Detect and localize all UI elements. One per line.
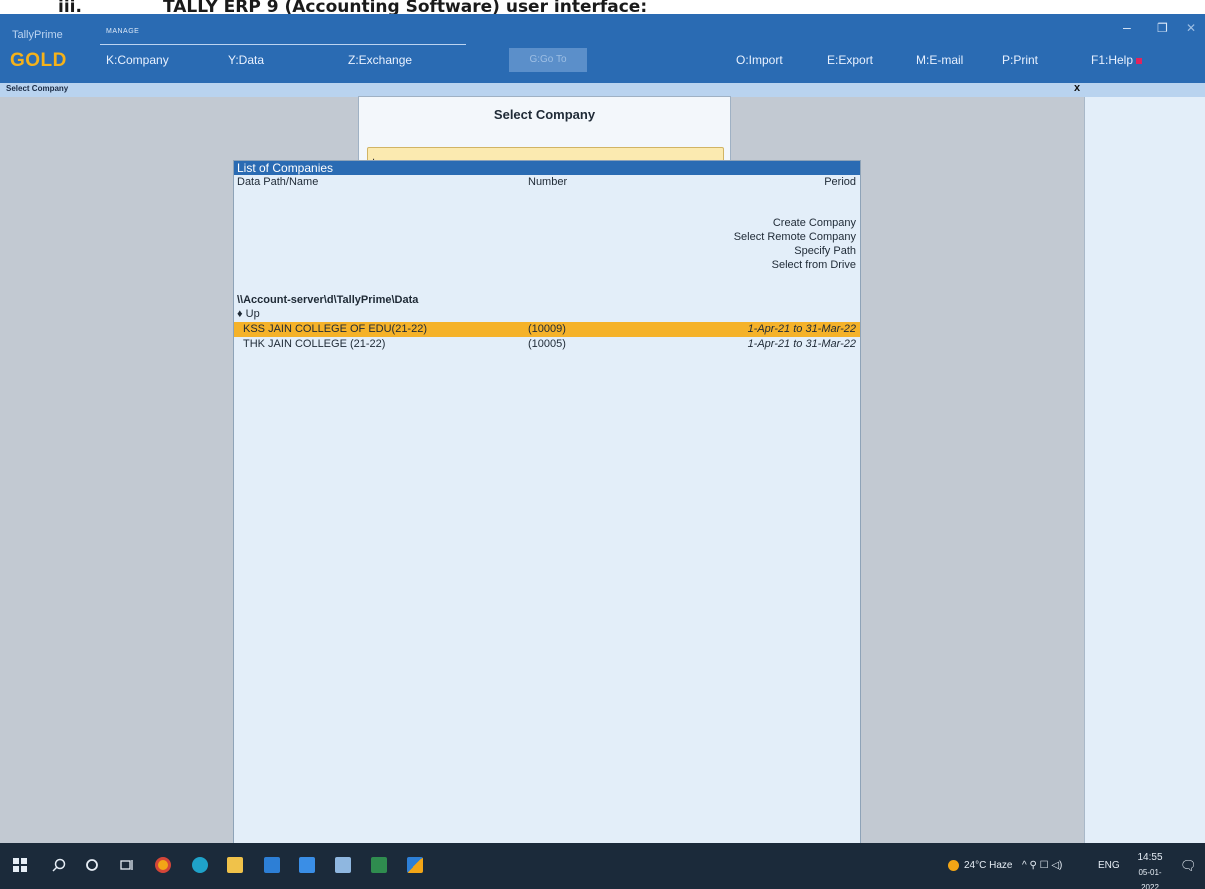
tally-window: TallyPrime GOLD MANAGE K:Company Y:Data … <box>0 14 1205 857</box>
system-tray-icons[interactable]: ^ ⚲ ☐ ◁) <box>1022 843 1062 889</box>
up-folder-item[interactable]: ♦ Up <box>237 308 260 320</box>
create-company-action[interactable]: Create Company <box>773 217 856 229</box>
menu-print[interactable]: P:Print <box>1002 53 1038 67</box>
top-divider <box>100 44 466 45</box>
company-number: (10005) <box>528 338 566 350</box>
file-explorer-icon[interactable] <box>225 855 245 875</box>
menu-exchange[interactable]: Z:Exchange <box>348 53 412 67</box>
help-label: F1:Help <box>1091 53 1134 67</box>
maximize-icon[interactable]: ❐ <box>1157 21 1168 35</box>
tally-icon[interactable] <box>405 855 425 875</box>
weather-icon <box>948 859 959 871</box>
menu-help[interactable]: F1:Help <box>1091 53 1143 67</box>
brand-edition: GOLD <box>10 50 67 71</box>
app-icon[interactable] <box>333 855 353 875</box>
select-from-drive-action[interactable]: Select from Drive <box>772 259 856 271</box>
help-indicator-icon <box>1136 57 1143 64</box>
screen-title-bar: Select Company x <box>0 82 1205 97</box>
goto-button[interactable]: G:Go To <box>509 48 587 72</box>
column-name: Data Path/Name <box>237 176 319 188</box>
button-panel <box>1084 97 1205 843</box>
calendar-icon[interactable] <box>262 855 282 875</box>
column-period: Period <box>824 176 856 188</box>
company-number: (10009) <box>528 323 566 335</box>
cortana-icon[interactable] <box>82 855 102 875</box>
excel-icon[interactable] <box>369 855 389 875</box>
company-name: KSS JAIN COLLEGE OF EDU(21-22) <box>243 323 427 335</box>
windows-start-icon[interactable] <box>10 855 30 875</box>
close-icon[interactable]: ✕ <box>1186 21 1196 35</box>
clock[interactable]: 14:55 05-01-2022 <box>1132 850 1168 889</box>
weather-text: 24°C Haze <box>964 860 1013 871</box>
company-period: 1-Apr-21 to 31-Mar-22 <box>747 338 856 350</box>
list-header: List of Companies <box>234 161 860 175</box>
search-icon[interactable] <box>49 855 69 875</box>
select-company-title: Select Company <box>493 107 596 122</box>
language-indicator[interactable]: ENG <box>1098 843 1120 889</box>
screen-title: Select Company <box>6 84 69 93</box>
mail-icon[interactable] <box>297 855 317 875</box>
company-period: 1-Apr-21 to 31-Mar-22 <box>747 323 856 335</box>
brand-name: TallyPrime <box>12 29 63 41</box>
chrome-icon[interactable] <box>153 855 173 875</box>
weather-widget[interactable]: 24°C Haze <box>948 843 1012 889</box>
menu-data[interactable]: Y:Data <box>228 53 264 67</box>
select-remote-company-action[interactable]: Select Remote Company <box>734 231 856 243</box>
close-screen-icon[interactable]: x <box>1074 82 1080 94</box>
manage-label: MANAGE <box>106 28 140 35</box>
windows-taskbar: 24°C Haze ^ ⚲ ☐ ◁) ENG 14:55 05-01-2022 … <box>0 843 1205 889</box>
column-number: Number <box>528 176 568 188</box>
menu-email[interactable]: M:E-mail <box>916 53 963 67</box>
minimize-icon[interactable]: – <box>1123 19 1131 35</box>
company-list-panel: List of Companies Data Path/Name Number … <box>233 160 861 857</box>
menu-import[interactable]: O:Import <box>736 53 783 67</box>
top-bar: TallyPrime GOLD MANAGE K:Company Y:Data … <box>0 14 1205 83</box>
company-row[interactable]: THK JAIN COLLEGE (21-22) (10005) 1-Apr-2… <box>234 337 860 352</box>
clock-time: 14:55 <box>1137 852 1163 863</box>
company-row[interactable]: KSS JAIN COLLEGE OF EDU(21-22) (10009) 1… <box>234 322 860 337</box>
specify-path-action[interactable]: Specify Path <box>794 245 856 257</box>
company-name: THK JAIN COLLEGE (21-22) <box>243 338 386 350</box>
edge-icon[interactable] <box>190 855 210 875</box>
task-view-icon[interactable] <box>117 855 137 875</box>
data-path: \\Account-server\d\TallyPrime\Data <box>237 294 419 306</box>
heading-numeral: iii. <box>58 0 82 17</box>
menu-export[interactable]: E:Export <box>827 53 873 67</box>
menu-company[interactable]: K:Company <box>106 53 169 67</box>
notification-icon[interactable]: 🗨 <box>1180 843 1197 889</box>
clock-date: 05-01-2022 <box>1138 868 1162 889</box>
